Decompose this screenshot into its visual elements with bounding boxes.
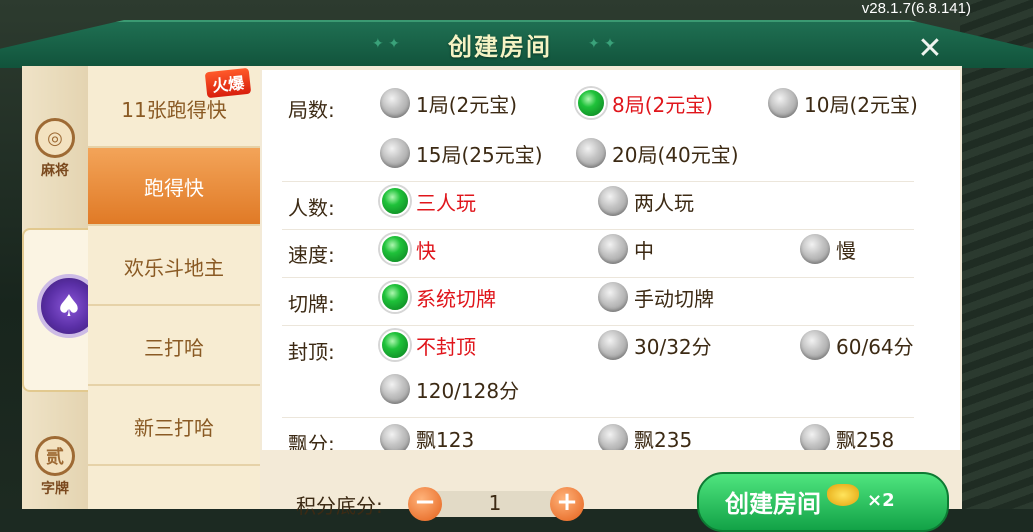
radio-icon: [768, 88, 798, 118]
cap-option-30[interactable]: 30/32分: [598, 330, 712, 360]
shuffle-option-manual[interactable]: 手动切牌: [598, 282, 714, 312]
radio-icon: [598, 234, 628, 264]
rounds-option-20[interactable]: 20局(40元宝): [576, 138, 739, 168]
speed-label: 速度:: [288, 243, 335, 267]
speed-option-slow[interactable]: 慢: [800, 234, 856, 264]
close-icon[interactable]: ✕: [912, 32, 948, 66]
divider: [282, 417, 914, 418]
score-label: 积分底分:: [296, 494, 383, 518]
players-option-two[interactable]: 两人玩: [598, 186, 694, 216]
speed-option-fast[interactable]: 快: [380, 234, 436, 264]
zipai-icon: 贰: [35, 436, 75, 476]
float-option-123[interactable]: 飘123: [380, 424, 474, 450]
shuffle-option-system[interactable]: 系统切牌: [380, 282, 496, 312]
create-room-cost: ×2: [867, 490, 895, 511]
plus-icon[interactable]: +: [550, 487, 584, 521]
game-item-xinsandaha[interactable]: 新三打哈: [88, 388, 260, 466]
game-item-doudizhu[interactable]: 欢乐斗地主: [88, 228, 260, 306]
category-label: 字牌: [41, 481, 69, 497]
cap-option-120[interactable]: 120/128分: [380, 374, 519, 404]
cap-option-none[interactable]: 不封顶: [380, 330, 476, 360]
cap-label: 封顶:: [288, 340, 335, 364]
radio-selected-icon: [380, 186, 410, 216]
rounds-option-1[interactable]: 1局(2元宝): [380, 88, 517, 118]
version-label: v28.1.7(6.8.141): [861, 0, 971, 17]
rounds-label: 局数:: [288, 98, 335, 122]
divider: [282, 229, 914, 230]
float-option-235[interactable]: 飘235: [598, 424, 692, 450]
game-item-paodekuai[interactable]: 跑得快: [88, 148, 260, 226]
hot-badge: 火爆: [204, 67, 252, 99]
create-room-label: 创建房间: [725, 490, 821, 518]
gold-ingot-icon: [827, 484, 859, 506]
speed-option-medium[interactable]: 中: [598, 234, 654, 264]
score-stepper: 1 − +: [408, 487, 584, 521]
game-item-sandaha[interactable]: 三打哈: [88, 308, 260, 386]
radio-icon: [576, 138, 606, 168]
score-value[interactable]: 1: [430, 491, 560, 517]
divider: [282, 181, 914, 182]
radio-icon: [598, 282, 628, 312]
radio-icon: [380, 88, 410, 118]
rounds-option-15[interactable]: 15局(25元宝): [380, 138, 543, 168]
players-label: 人数:: [288, 196, 335, 220]
radio-icon: [380, 374, 410, 404]
radio-selected-icon: [576, 88, 606, 118]
rounds-option-10[interactable]: 10局(2元宝): [768, 88, 918, 118]
float-label: 飘分:: [288, 432, 335, 450]
radio-icon: [598, 330, 628, 360]
dialog-title: 创建房间: [448, 33, 552, 61]
radio-icon: [800, 234, 830, 264]
radio-icon: [380, 138, 410, 168]
shuffle-label: 切牌:: [288, 292, 335, 316]
radio-selected-icon: [380, 330, 410, 360]
divider: [282, 277, 914, 278]
radio-selected-icon: [380, 234, 410, 264]
category-label: 麻将: [41, 163, 69, 179]
cap-option-60[interactable]: 60/64分: [800, 330, 914, 360]
radio-icon: [380, 424, 410, 450]
divider: [282, 325, 914, 326]
rounds-option-8[interactable]: 8局(2元宝): [576, 88, 713, 118]
mahjong-icon: ◎: [35, 118, 75, 158]
minus-icon[interactable]: −: [408, 487, 442, 521]
background-right-decor: [960, 0, 1033, 509]
radio-icon: [598, 186, 628, 216]
radio-selected-icon: [380, 282, 410, 312]
radio-icon: [598, 424, 628, 450]
create-room-button[interactable]: 创建房间 ×2: [697, 472, 949, 532]
category-zipai[interactable]: 贰 字牌: [22, 436, 88, 498]
radio-icon: [800, 330, 830, 360]
float-option-258[interactable]: 飘258: [800, 424, 894, 450]
category-mahjong[interactable]: ◎ 麻将: [22, 118, 88, 180]
players-option-three[interactable]: 三人玩: [380, 186, 476, 216]
radio-icon: [800, 424, 830, 450]
